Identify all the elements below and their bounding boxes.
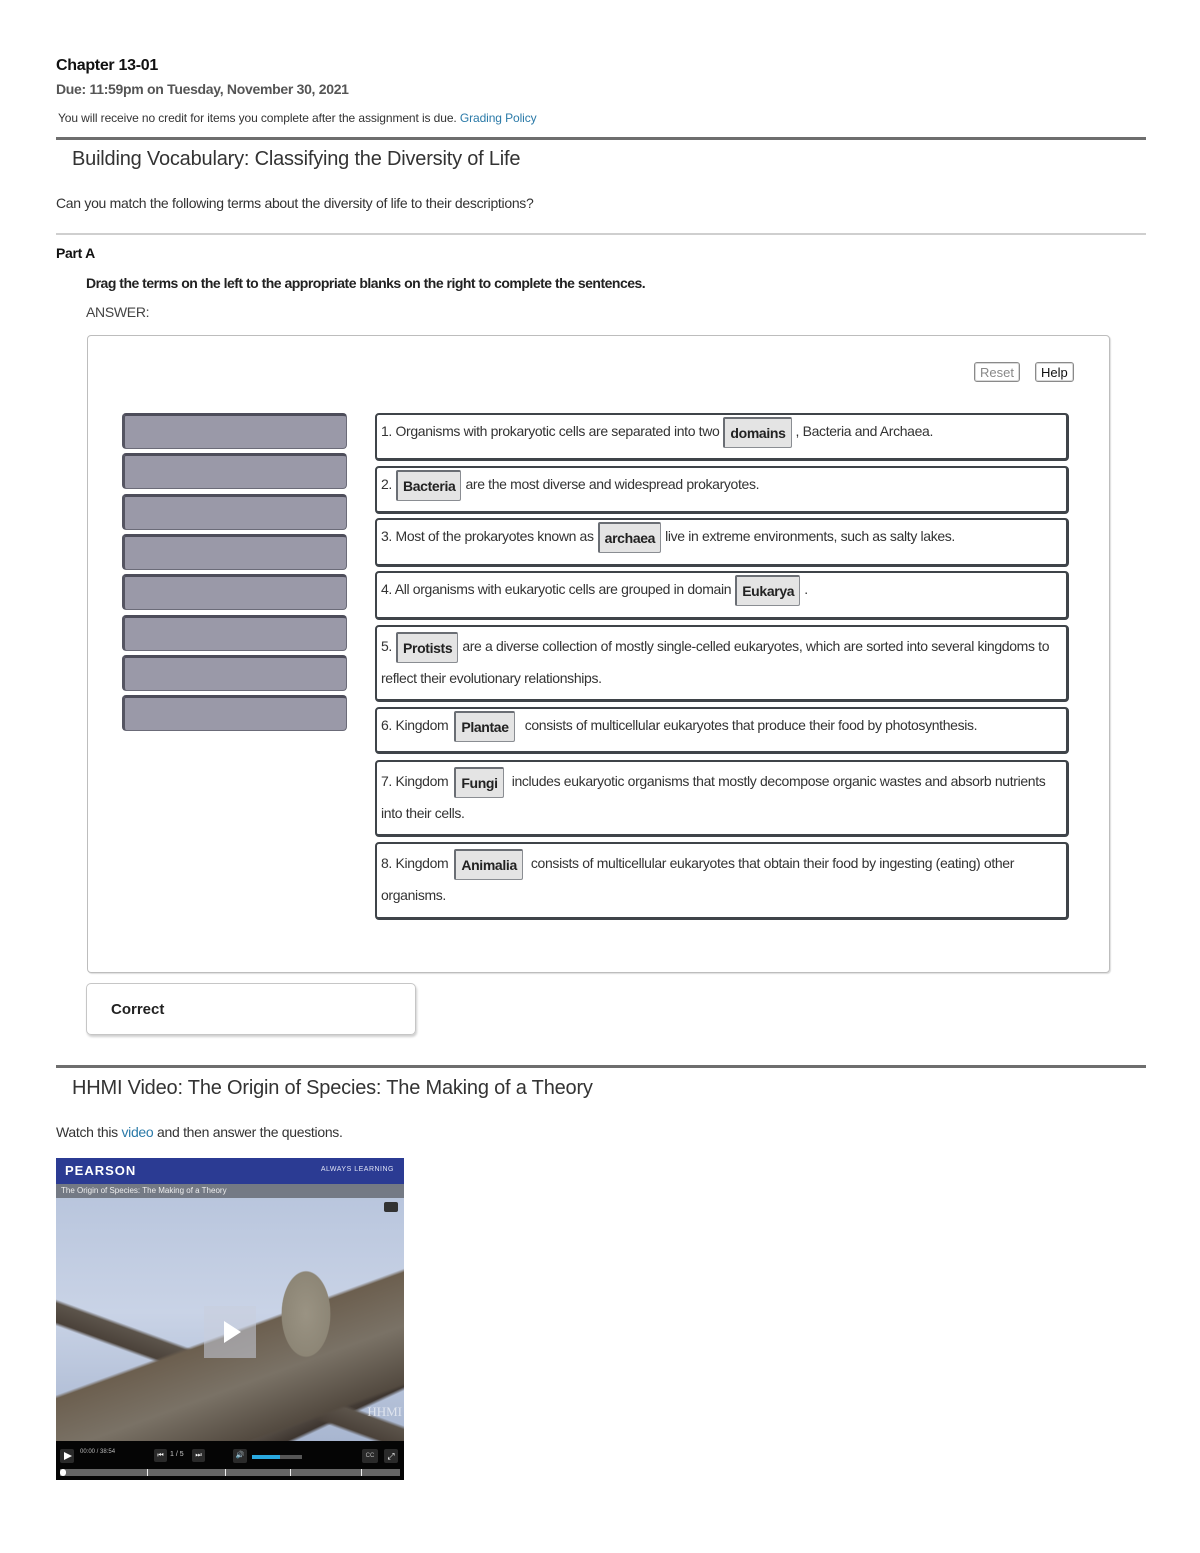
pearson-logo: PEARSON xyxy=(65,1163,137,1178)
sentence-before: 1. Organisms with prokaryotic cells are … xyxy=(381,423,720,439)
sentence-row: 8. Kingdom Animalia consists of multicellu… xyxy=(375,842,1069,920)
watch-instructions: Watch this video and then answer the que… xyxy=(56,1124,343,1140)
sentence-before: 3. Most of the prokaryotes known as xyxy=(381,528,594,544)
sentence-row: 1. Organisms with prokaryotic cells are … xyxy=(375,413,1069,461)
chapter-counter: 1 / 5 xyxy=(170,1451,184,1458)
drop-target-term[interactable]: Fungi xyxy=(454,766,504,798)
feedback-text: Correct xyxy=(111,1001,165,1018)
drop-target-term[interactable]: Animalia xyxy=(454,848,523,880)
item-title: HHMI Video: The Origin of Species: The M… xyxy=(72,1077,593,1099)
term-source-slot[interactable] xyxy=(122,453,347,490)
play-icon[interactable] xyxy=(60,1449,74,1463)
sentence-row: 6. Kingdom Plantae consists of multicellul… xyxy=(375,707,1069,754)
term-source-slot[interactable] xyxy=(122,533,347,570)
sentence-row: 4. All organisms with eukaryotic cells a… xyxy=(375,571,1069,620)
part-divider xyxy=(56,233,1146,235)
sentence-before: 5. xyxy=(381,638,392,654)
video-watermark: HHMI xyxy=(367,1404,402,1419)
watch-text-before: Watch this xyxy=(56,1124,118,1140)
term-source-slot[interactable] xyxy=(122,614,347,651)
late-notice-text: You will receive no credit for items you… xyxy=(58,111,457,125)
term-source-slot[interactable] xyxy=(122,654,347,691)
progress-handle[interactable] xyxy=(60,1469,66,1476)
drop-target-term[interactable]: archaea xyxy=(597,521,662,553)
time-readout: 00:00 / 38:54 xyxy=(80,1449,116,1455)
late-notice: You will receive no credit for items you… xyxy=(58,111,537,125)
speaker-icon[interactable]: 🔊 xyxy=(233,1449,247,1463)
section-divider xyxy=(56,137,1146,140)
drop-target-term[interactable]: Plantae xyxy=(454,710,515,742)
term-source-slot[interactable] xyxy=(122,695,347,732)
term-source-slot[interactable] xyxy=(122,413,347,449)
volume-slider[interactable] xyxy=(252,1455,302,1459)
expand-icon[interactable]: ⤢ xyxy=(384,1449,398,1463)
sentence-after: . xyxy=(804,581,808,597)
sentence-after: are a diverse collection of mostly singl… xyxy=(381,638,1050,686)
sentence-after: , Bacteria and Archaea. xyxy=(795,423,934,439)
skip-back-icon[interactable]: ⏮ xyxy=(154,1449,167,1462)
grading-policy-link[interactable]: Grading Policy xyxy=(460,111,537,125)
progress-bar[interactable] xyxy=(60,1469,400,1476)
video-brand-bar: PEARSON ALWAYS LEARNING xyxy=(56,1158,404,1184)
item-title: Building Vocabulary: Classifying the Div… xyxy=(72,148,521,170)
sentence-row: 7. Kingdom Fungi includes eukaryotic organ… xyxy=(375,760,1069,837)
chapter-marker xyxy=(289,1469,291,1476)
sentence-row: 2. Bacteria are the most diverse and wides… xyxy=(375,466,1069,514)
sentence-before: 4. All organisms with eukaryotic cells a… xyxy=(381,581,732,597)
sentence-after: are the most diverse and widespread prok… xyxy=(465,476,760,492)
drop-target-term[interactable]: Bacteria xyxy=(395,469,462,501)
captions-button[interactable]: CC xyxy=(362,1449,378,1463)
sentence-after: live in extreme environments, such as sa… xyxy=(665,528,955,544)
chapter-marker xyxy=(360,1469,362,1476)
assignment-title: Chapter 13-01 xyxy=(56,57,158,74)
video-player[interactable]: PEARSON ALWAYS LEARNING The Origin of Sp… xyxy=(56,1158,404,1480)
due-date: Due: 11:59pm on Tuesday, November 30, 20… xyxy=(56,81,349,97)
reset-button[interactable]: Reset xyxy=(974,362,1020,382)
menu-icon[interactable] xyxy=(384,1202,398,1212)
part-label: Part A xyxy=(56,245,95,261)
instructions: Drag the terms on the left to the approp… xyxy=(86,275,646,291)
drop-target-term[interactable]: Protists xyxy=(395,631,459,663)
volume-fill xyxy=(252,1455,280,1459)
skip-forward-icon[interactable]: ⏭ xyxy=(192,1449,205,1462)
drop-target-term[interactable]: domains xyxy=(723,416,792,448)
sentence-row: 5. Protists are a diverse collection of mo… xyxy=(375,625,1069,702)
drop-target-term[interactable]: Eukarya xyxy=(735,574,801,606)
big-play-icon[interactable] xyxy=(204,1306,256,1358)
sentence-before: 2. xyxy=(381,476,392,492)
item-intro: Can you match the following terms about … xyxy=(56,195,534,211)
sentence-after: consists of multicellular eukaryotes tha… xyxy=(524,717,978,733)
sentence-before: 8. Kingdom xyxy=(381,855,449,871)
chapter-marker xyxy=(146,1469,148,1476)
section-divider xyxy=(56,1065,1146,1068)
term-source-slot[interactable] xyxy=(122,574,347,611)
sentence-row: 3. Most of the prokaryotes known as archa… xyxy=(375,518,1069,567)
chapter-marker xyxy=(224,1469,226,1476)
feedback-box: Correct xyxy=(86,983,416,1035)
video-caption: The Origin of Species: The Making of a T… xyxy=(56,1184,404,1198)
term-source-slot[interactable] xyxy=(122,493,347,530)
video-controls: 00:00 / 38:54 ⏮ 1 / 5 ⏭ 🔊 CC ⤢ xyxy=(56,1441,404,1480)
help-button[interactable]: Help xyxy=(1035,362,1074,382)
video-link[interactable]: video xyxy=(121,1124,153,1140)
sentence-before: 6. Kingdom xyxy=(381,717,449,733)
answer-label: ANSWER: xyxy=(86,304,150,320)
brand-tagline: ALWAYS LEARNING xyxy=(320,1166,394,1173)
sentence-before: 7. Kingdom xyxy=(381,773,449,789)
watch-text-after: and then answer the questions. xyxy=(157,1124,343,1140)
